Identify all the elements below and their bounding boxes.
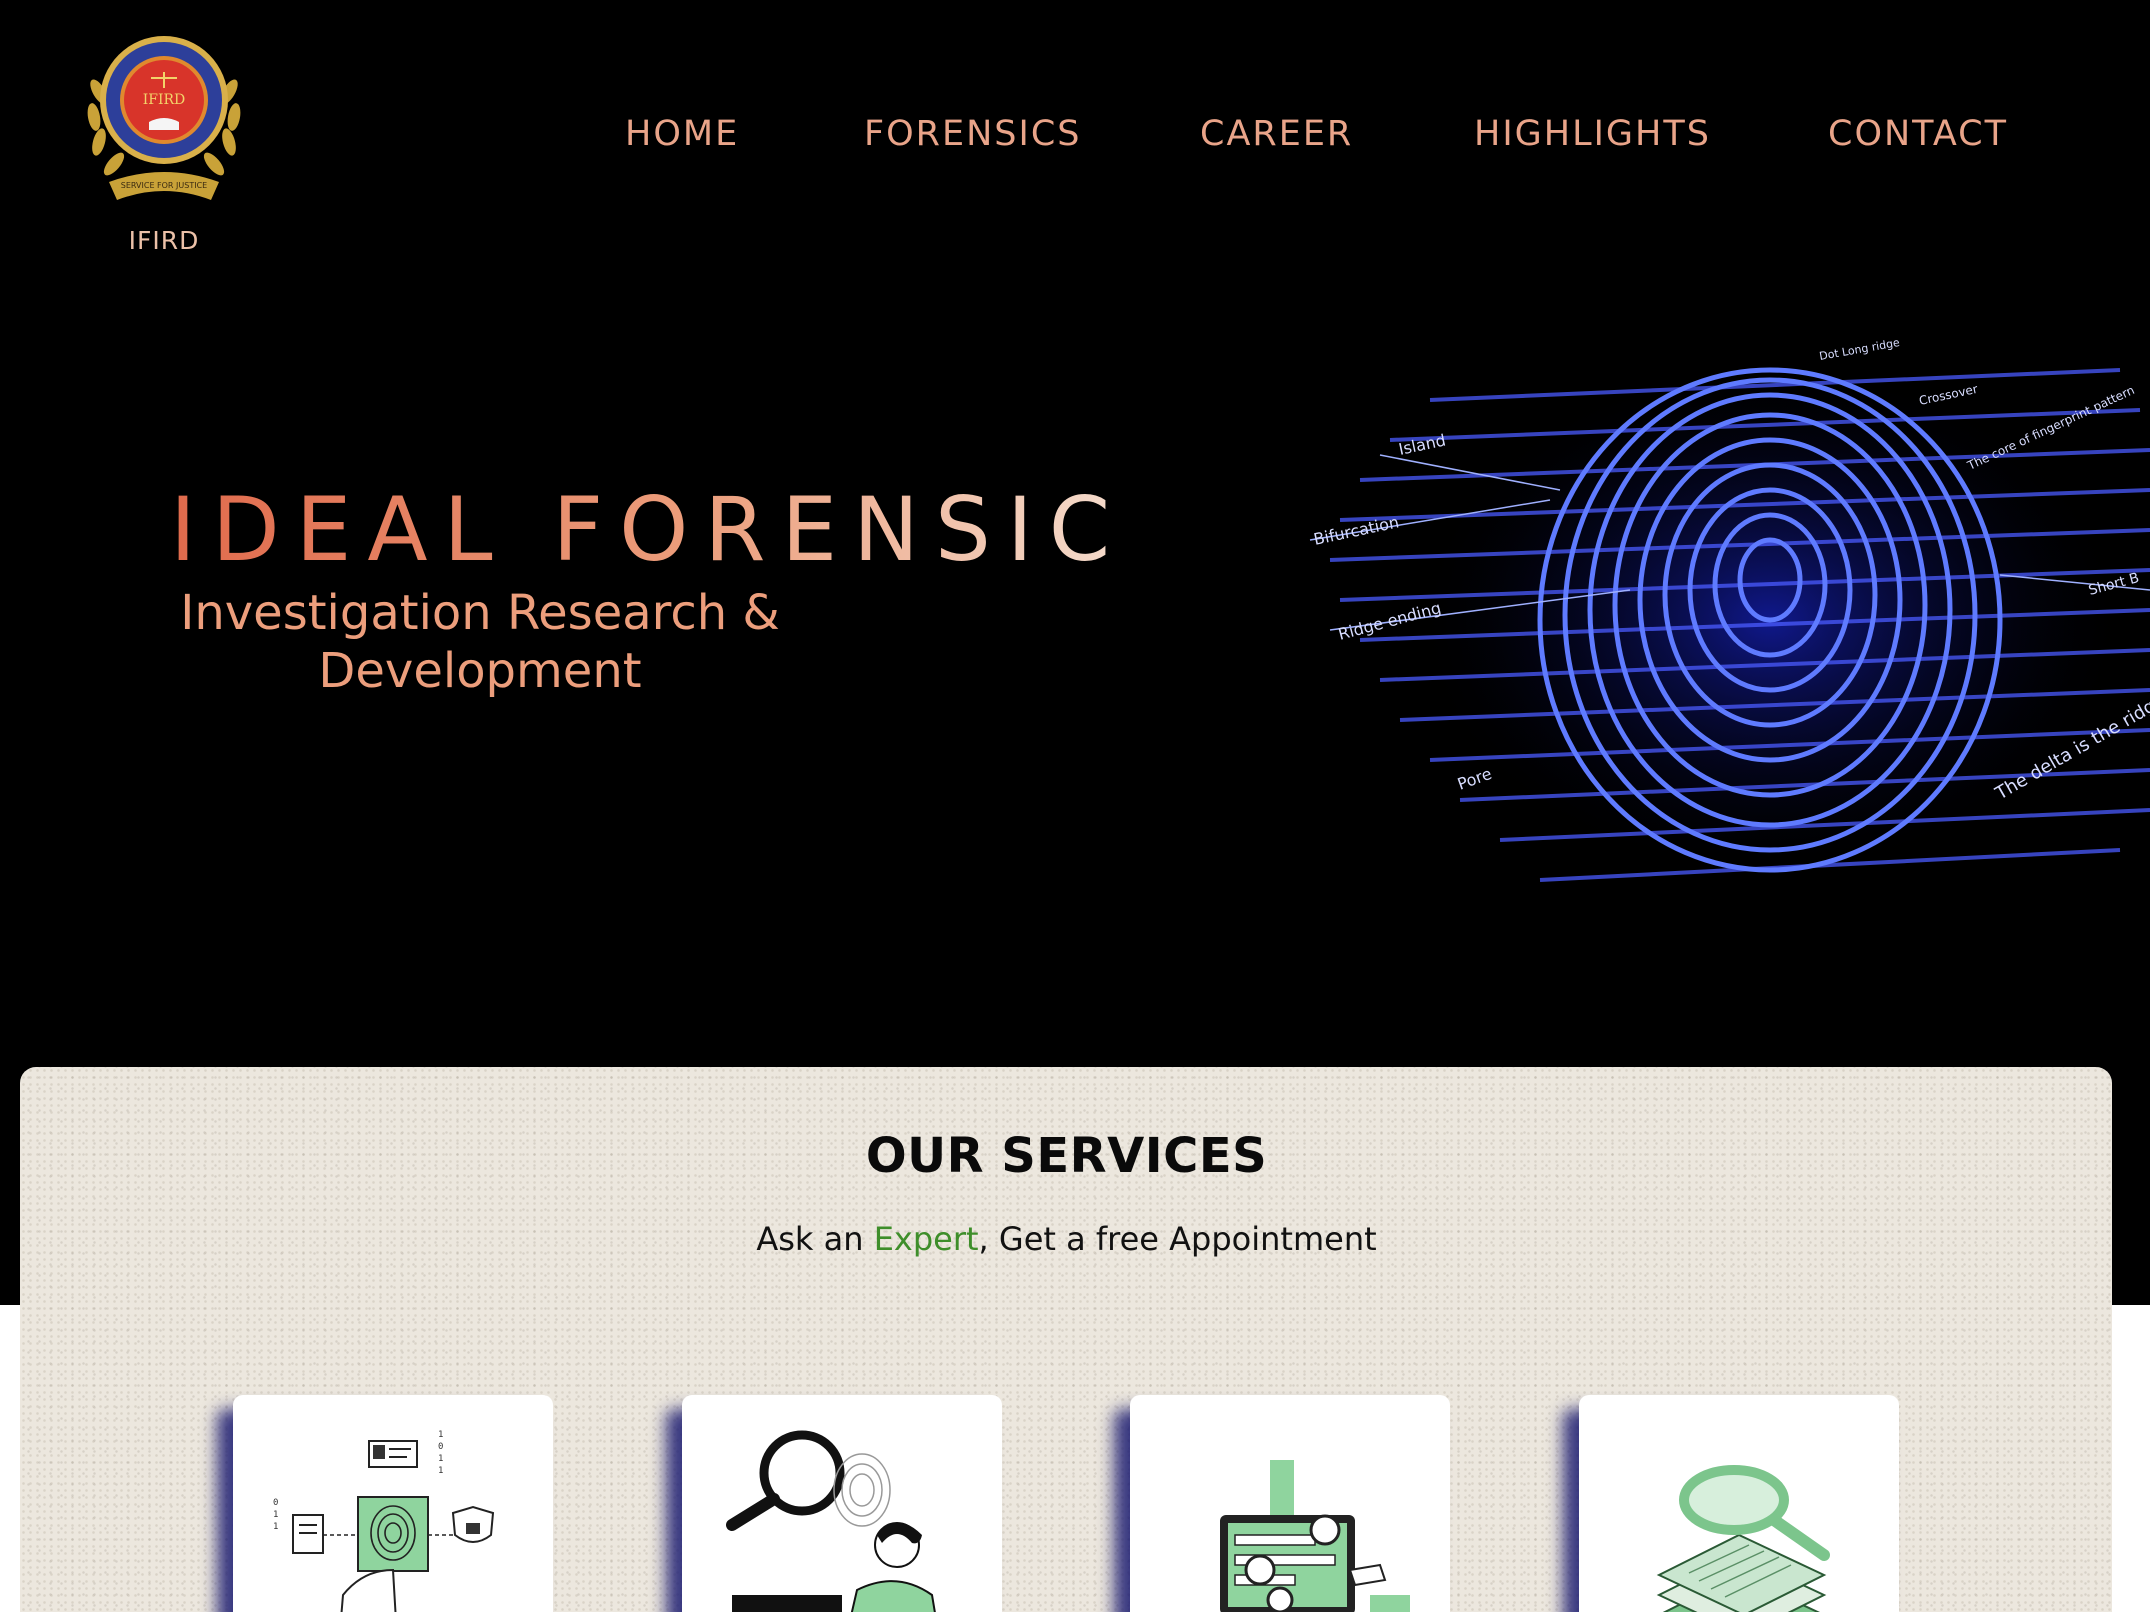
services-title: OUR SERVICES	[865, 1128, 1268, 1184]
svg-text:SERVICE FOR JUSTICE: SERVICE FOR JUSTICE	[121, 181, 207, 190]
service-card-4[interactable]	[1579, 1395, 1899, 1612]
svg-text:1: 1	[273, 1510, 278, 1520]
page: IFIRD SERVICE FOR JUSTICE IFIRD HOME FOR…	[0, 0, 2150, 1612]
hero-subtitle: Investigation Research & Development	[180, 585, 780, 699]
services-subtitle: Ask an Expert, Get a free Appointment	[0, 1220, 2133, 1258]
svg-text:0: 0	[273, 1498, 278, 1508]
nav-career[interactable]: CAREER	[1200, 114, 1353, 154]
svg-text:Pore: Pore	[1455, 764, 1494, 794]
services-subtitle-accent[interactable]: Expert	[874, 1220, 979, 1258]
svg-text:Island: Island	[1397, 430, 1448, 458]
services-subtitle-post: , Get a free Appointment	[978, 1220, 1377, 1258]
nav-contact[interactable]: CONTACT	[1828, 114, 2008, 154]
nav-highlights[interactable]: HIGHLIGHTS	[1474, 114, 1711, 154]
digital-forensics-screen-icon	[1220, 1460, 1410, 1612]
main-nav: HOME FORENSICS CAREER HIGHLIGHTS CONTACT	[0, 114, 2150, 164]
nav-home[interactable]: HOME	[625, 114, 739, 154]
svg-text:1: 1	[438, 1466, 443, 1476]
svg-text:0: 0	[438, 1442, 443, 1452]
service-card-1[interactable]: 1 0 1 1 0 1 1	[233, 1395, 553, 1612]
fingerprint-image: Island Bifurcation Ridge ending Pore Dot…	[1309, 336, 2150, 882]
svg-text:IFIRD: IFIRD	[143, 92, 186, 108]
service-card-3[interactable]	[1130, 1395, 1450, 1612]
svg-text:1: 1	[438, 1454, 443, 1464]
nav-forensics[interactable]: FORENSICS	[864, 114, 1082, 154]
svg-text:Dot Long ridge: Dot Long ridge	[1818, 336, 1901, 363]
magnifier-investigator-icon	[726, 1430, 936, 1612]
service-card-2[interactable]	[682, 1395, 1002, 1612]
services-subtitle-pre: Ask an	[756, 1220, 874, 1258]
hero-title: IDEAL FORENSIC	[170, 478, 1127, 581]
fingerprint-scan-icon: 1 0 1 1 0 1 1	[273, 1430, 495, 1612]
svg-text:1: 1	[273, 1522, 278, 1532]
svg-text:1: 1	[438, 1430, 443, 1440]
logo-text: IFIRD	[128, 226, 200, 255]
document-search-icon	[1656, 1465, 1830, 1612]
